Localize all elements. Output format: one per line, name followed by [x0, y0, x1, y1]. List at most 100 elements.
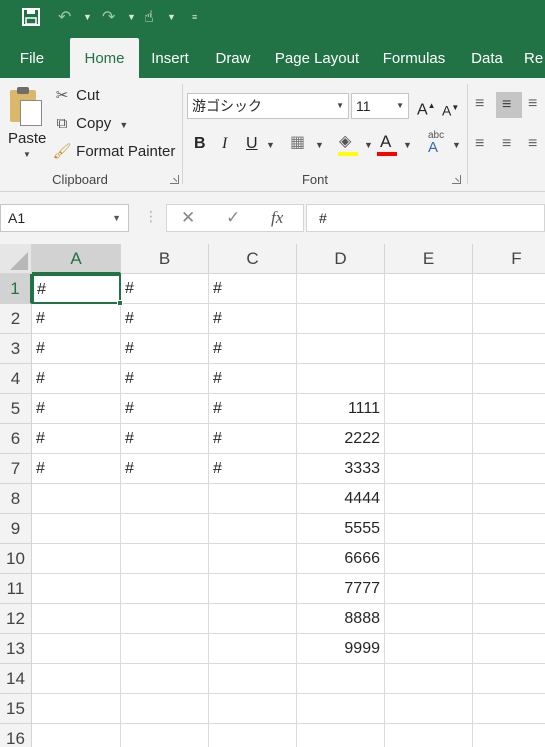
- fill-handle[interactable]: [117, 300, 123, 306]
- cell-e10[interactable]: [385, 544, 473, 574]
- name-box[interactable]: A1 ▼: [0, 204, 129, 232]
- cell-d9[interactable]: 5555: [297, 514, 385, 544]
- paste-button[interactable]: Paste ▼: [4, 86, 46, 170]
- cell-b10[interactable]: [121, 544, 209, 574]
- align-center-icon[interactable]: ≡: [502, 134, 511, 154]
- font-color-dropdown-icon[interactable]: ▼: [403, 140, 412, 150]
- undo-icon[interactable]: ↶: [58, 8, 71, 28]
- cell-f8[interactable]: [473, 484, 545, 514]
- cell-a1[interactable]: #: [32, 274, 121, 304]
- cell-e15[interactable]: [385, 694, 473, 724]
- cell-d6[interactable]: 2222: [297, 424, 385, 454]
- cell-f4[interactable]: [473, 364, 545, 394]
- row-header-11[interactable]: 11: [0, 574, 32, 604]
- font-dialog-launcher-icon[interactable]: [452, 175, 461, 184]
- cell-a15[interactable]: [32, 694, 121, 724]
- tab-file[interactable]: File: [8, 38, 56, 78]
- column-header-c[interactable]: C: [209, 244, 297, 274]
- cell-a11[interactable]: [32, 574, 121, 604]
- cell-f10[interactable]: [473, 544, 545, 574]
- cell-d5[interactable]: 1111: [297, 394, 385, 424]
- cell-e12[interactable]: [385, 604, 473, 634]
- cell-e7[interactable]: [385, 454, 473, 484]
- cell-b15[interactable]: [121, 694, 209, 724]
- cell-e6[interactable]: [385, 424, 473, 454]
- column-header-d[interactable]: D: [297, 244, 385, 274]
- cell-f15[interactable]: [473, 694, 545, 724]
- tab-review[interactable]: Re: [524, 38, 545, 78]
- cell-f2[interactable]: [473, 304, 545, 334]
- cell-a12[interactable]: [32, 604, 121, 634]
- phonetic-guide-icon[interactable]: abc A: [428, 130, 444, 156]
- cell-b1[interactable]: #: [121, 274, 209, 304]
- cell-c8[interactable]: [209, 484, 297, 514]
- row-header-16[interactable]: 16: [0, 724, 32, 747]
- cell-d11[interactable]: 7777: [297, 574, 385, 604]
- borders-dropdown-icon[interactable]: ▼: [315, 140, 324, 150]
- cell-a8[interactable]: [32, 484, 121, 514]
- cell-e14[interactable]: [385, 664, 473, 694]
- font-color-button[interactable]: A: [380, 132, 391, 152]
- paste-dropdown-icon[interactable]: ▼: [23, 150, 31, 159]
- cell-b6[interactable]: #: [121, 424, 209, 454]
- row-header-7[interactable]: 7: [0, 454, 32, 484]
- cell-c16[interactable]: [209, 724, 297, 747]
- italic-button[interactable]: I: [222, 134, 227, 154]
- select-all-button[interactable]: [0, 244, 32, 274]
- row-header-15[interactable]: 15: [0, 694, 32, 724]
- copy-button[interactable]: ⧉ Copy ▼: [52, 112, 129, 136]
- cell-f6[interactable]: [473, 424, 545, 454]
- fill-color-icon[interactable]: ◈: [339, 132, 351, 152]
- tab-page-layout[interactable]: Page Layout: [272, 38, 362, 78]
- cell-a9[interactable]: [32, 514, 121, 544]
- undo-dropdown-icon[interactable]: ▼: [83, 11, 92, 23]
- cell-b4[interactable]: #: [121, 364, 209, 394]
- cell-b5[interactable]: #: [121, 394, 209, 424]
- chevron-down-icon[interactable]: ▼: [112, 205, 121, 231]
- cell-c13[interactable]: [209, 634, 297, 664]
- cell-a13[interactable]: [32, 634, 121, 664]
- row-header-14[interactable]: 14: [0, 664, 32, 694]
- customize-toolbar-icon[interactable]: ≡: [192, 11, 197, 23]
- underline-dropdown-icon[interactable]: ▼: [266, 140, 275, 150]
- formula-input[interactable]: #: [306, 204, 545, 232]
- cell-d2[interactable]: [297, 304, 385, 334]
- row-header-5[interactable]: 5: [0, 394, 32, 424]
- cell-c14[interactable]: [209, 664, 297, 694]
- clipboard-dialog-launcher-icon[interactable]: [170, 175, 179, 184]
- cell-e9[interactable]: [385, 514, 473, 544]
- cell-b8[interactable]: [121, 484, 209, 514]
- tab-formulas[interactable]: Formulas: [378, 38, 450, 78]
- enter-icon[interactable]: ✓: [226, 208, 240, 228]
- row-header-6[interactable]: 6: [0, 424, 32, 454]
- cell-f1[interactable]: [473, 274, 545, 304]
- cell-f3[interactable]: [473, 334, 545, 364]
- cell-e11[interactable]: [385, 574, 473, 604]
- cell-a4[interactable]: #: [32, 364, 121, 394]
- column-header-b[interactable]: B: [121, 244, 209, 274]
- cell-f13[interactable]: [473, 634, 545, 664]
- cell-b14[interactable]: [121, 664, 209, 694]
- cell-c4[interactable]: #: [209, 364, 297, 394]
- copy-dropdown-icon[interactable]: ▼: [119, 120, 128, 130]
- bold-button[interactable]: B: [194, 134, 206, 154]
- align-top-icon[interactable]: ≡: [475, 94, 484, 114]
- cell-f7[interactable]: [473, 454, 545, 484]
- cell-e3[interactable]: [385, 334, 473, 364]
- cell-b11[interactable]: [121, 574, 209, 604]
- cell-d15[interactable]: [297, 694, 385, 724]
- cell-d7[interactable]: 3333: [297, 454, 385, 484]
- cut-button[interactable]: ✂ Cut: [52, 84, 100, 108]
- save-icon[interactable]: [22, 8, 40, 32]
- column-header-f[interactable]: F: [473, 244, 545, 274]
- format-painter-button[interactable]: 🖌 Format Painter: [52, 140, 175, 164]
- cell-c12[interactable]: [209, 604, 297, 634]
- row-header-4[interactable]: 4: [0, 364, 32, 394]
- cancel-icon[interactable]: ✕: [181, 208, 195, 228]
- cell-e2[interactable]: [385, 304, 473, 334]
- cell-a5[interactable]: #: [32, 394, 121, 424]
- cell-f14[interactable]: [473, 664, 545, 694]
- cell-b16[interactable]: [121, 724, 209, 747]
- fill-color-dropdown-icon[interactable]: ▼: [364, 140, 373, 150]
- cell-a6[interactable]: #: [32, 424, 121, 454]
